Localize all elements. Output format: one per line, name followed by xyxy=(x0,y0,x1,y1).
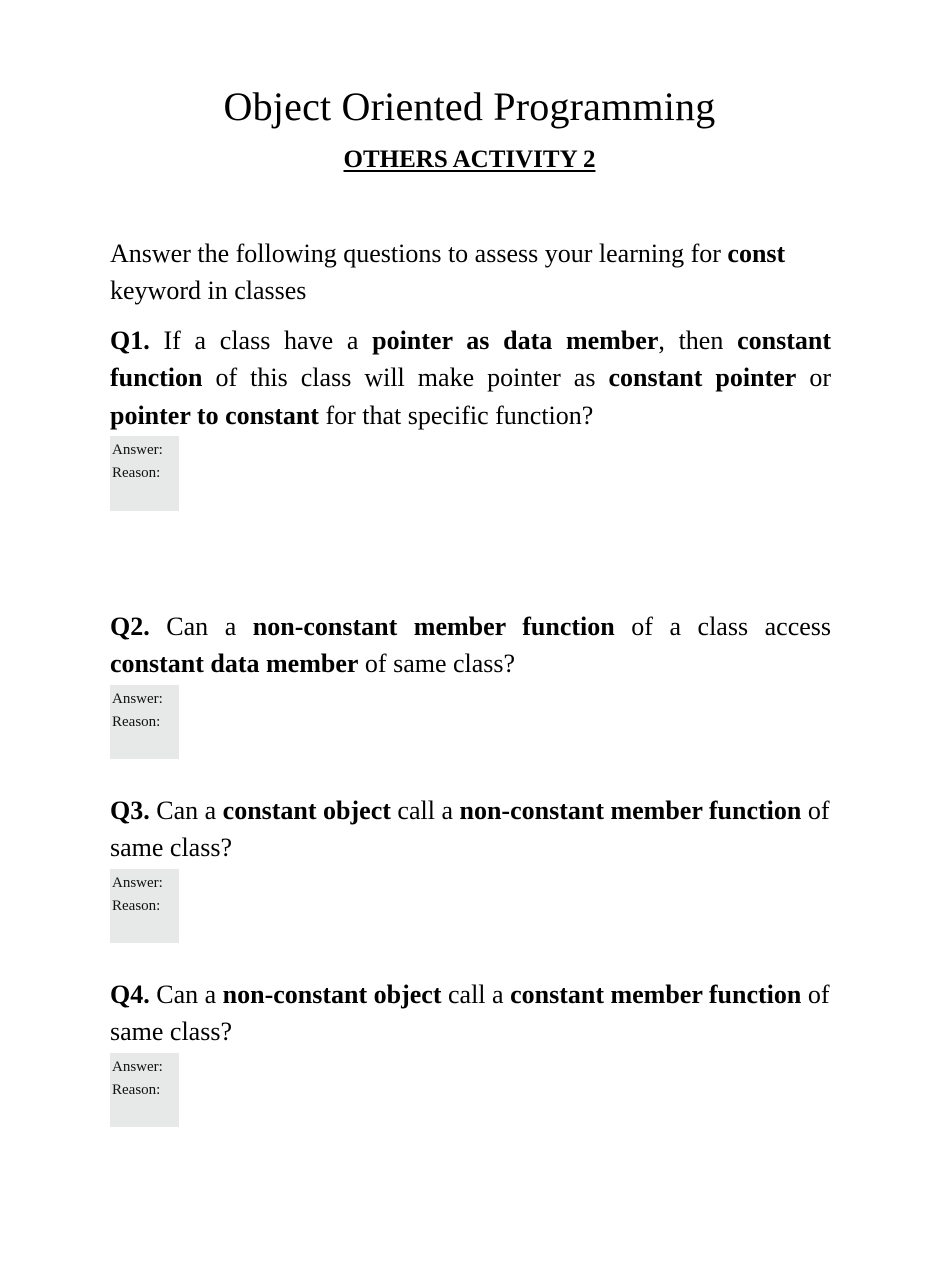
text-run-6: or xyxy=(796,363,831,393)
page-title: Object Oriented Programming xyxy=(223,83,716,129)
answer-label-1: Answer: xyxy=(112,442,163,459)
text-run-8: for that specific function? xyxy=(318,400,594,430)
reason-label-4: Reason: xyxy=(112,1081,161,1098)
emphasis-run-1: pointer as data member xyxy=(372,326,659,355)
text-run-0: If a class have a xyxy=(149,326,373,355)
question-body-4: Can a non-constant object call a constan… xyxy=(110,980,830,1046)
answer-label-4: Answer: xyxy=(112,1058,163,1075)
question-label-4: Q4. xyxy=(110,980,150,1009)
instructions-part-2: keyword in classes xyxy=(110,275,307,305)
activity-heading: OTHERS ACTIVITY 2 xyxy=(0,146,939,175)
text-run-0: Can a xyxy=(149,980,223,1009)
answer-field-1[interactable]: Answer: Reason: xyxy=(110,436,179,511)
emphasis-run-3: constant data member xyxy=(110,649,359,679)
question-text-3: Q3. Can a constant object call a non-con… xyxy=(110,792,831,867)
document-page: Object Oriented Programming OTHERS ACTIV… xyxy=(0,0,939,1280)
question-body-3: Can a constant object call a non-constan… xyxy=(110,796,830,862)
instructions-paragraph: Answer the following questions to assess… xyxy=(110,236,831,310)
text-run-2: , then xyxy=(658,326,738,355)
question-label-3: Q3. xyxy=(110,796,150,825)
question-label-1: Q1. xyxy=(110,326,150,355)
question-block-2: Q2. Can a non-constant member function o… xyxy=(110,608,831,760)
emphasis-run-5: constant pointer xyxy=(608,363,797,393)
question-text-4: Q4. Can a non-constant object call a con… xyxy=(110,976,831,1051)
emphasis-run-1: non-constant member function xyxy=(252,612,615,641)
text-run-4: of same class? xyxy=(358,649,516,679)
answer-field-spacer-4 xyxy=(112,1101,179,1127)
answer-label-3: Answer: xyxy=(112,874,163,891)
text-run-0: Can a xyxy=(149,612,253,641)
question-block-4: Q4. Can a non-constant object call a con… xyxy=(110,976,831,1128)
answer-field-spacer-3 xyxy=(112,917,179,943)
text-run-0: Can a xyxy=(149,796,223,825)
answer-field-2[interactable]: Answer: Reason: xyxy=(110,684,179,760)
emphasis-run-1: non-constant object xyxy=(222,980,442,1009)
answer-field-spacer-2 xyxy=(112,733,179,759)
text-run-2: of a class access xyxy=(614,612,832,641)
emphasis-run-7: pointer to constant xyxy=(110,400,319,430)
answer-field-4[interactable]: Answer: Reason: xyxy=(110,1052,179,1128)
instructions-part-1: Answer the following questions to assess… xyxy=(110,239,728,268)
question-text-1: Q1. If a class have a pointer as data me… xyxy=(110,322,831,434)
text-run-2: call a xyxy=(441,980,511,1009)
question-block-3: Q3. Can a constant object call a non-con… xyxy=(110,792,831,944)
activity-heading-text: OTHERS ACTIVITY 2 xyxy=(343,146,596,173)
emphasis-run-3: constant member function xyxy=(510,980,802,1009)
question-body-1: If a class have a pointer as data member… xyxy=(110,326,831,430)
answer-label-2: Answer: xyxy=(112,690,163,707)
text-run-4: of this class will make pointer as xyxy=(202,363,609,393)
instructions-keyword: const xyxy=(727,239,786,268)
reason-label-2: Reason: xyxy=(112,713,161,730)
reason-label-3: Reason: xyxy=(112,897,161,914)
question-body-2: Can a non-constant member function of a … xyxy=(110,612,831,678)
question-block-1: Q1. If a class have a pointer as data me… xyxy=(110,322,831,511)
reason-label-1: Reason: xyxy=(112,465,161,482)
answer-field-3[interactable]: Answer: Reason: xyxy=(110,868,179,944)
answer-field-spacer-1 xyxy=(112,485,179,511)
question-label-2: Q2. xyxy=(110,612,150,641)
text-run-2: call a xyxy=(390,796,460,825)
emphasis-run-3: non-constant member function xyxy=(459,796,802,825)
question-text-2: Q2. Can a non-constant member function o… xyxy=(110,608,831,683)
emphasis-run-1: constant object xyxy=(222,796,391,825)
